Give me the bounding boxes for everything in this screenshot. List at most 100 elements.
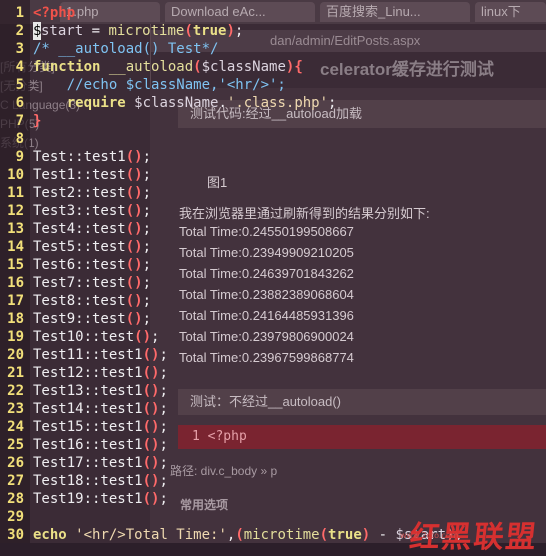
code-text: Test10::test(); <box>33 328 159 346</box>
line-number: 23 <box>7 401 24 417</box>
line-number: 1 <box>15 5 24 21</box>
code-token: ; <box>159 455 168 471</box>
code-text: Test7::test(); <box>33 274 151 292</box>
code-token: () <box>125 221 143 237</box>
code-token: . <box>218 95 227 111</box>
code-token: ; <box>142 149 152 165</box>
line-number: 13 <box>7 221 24 237</box>
code-token: Test7::test <box>33 275 126 291</box>
code-line[interactable]: 6 require $className.'.class.php'; <box>0 94 337 112</box>
code-line[interactable]: 9 Test::test1(); <box>0 148 151 166</box>
code-text: function __autoload($className){ <box>33 58 303 76</box>
code-token: ; <box>159 383 168 399</box>
code-token: () <box>125 293 143 309</box>
code-line[interactable]: 18 Test9::test(); <box>0 310 151 328</box>
line-number: 12 <box>7 203 24 219</box>
code-line[interactable]: 25 Test16::test1(); <box>0 436 168 454</box>
code-token: ; <box>159 401 168 417</box>
code-line[interactable]: 14 Test5::test(); <box>0 238 151 256</box>
code-line[interactable]: 20 Test11::test1(); <box>0 346 168 364</box>
code-line[interactable]: 29 <box>0 508 24 526</box>
code-token: ; <box>159 491 168 507</box>
code-line[interactable]: 24 Test15::test1(); <box>0 418 168 436</box>
line-number: 16 <box>7 275 24 291</box>
code-token: ; <box>142 185 152 201</box>
code-token: ( <box>193 59 202 75</box>
code-editor[interactable]: 1 <?php 2 $start = microtime(true); 3/* __au… <box>0 0 546 543</box>
code-text: Test18::test1(); <box>33 472 168 490</box>
line-number: 11 <box>7 185 24 201</box>
code-token: true <box>328 527 362 543</box>
code-line[interactable]: 12 Test3::test(); <box>0 202 151 220</box>
code-token: { <box>294 59 303 75</box>
code-token: Test4::test <box>33 221 126 237</box>
code-token: () <box>142 347 160 363</box>
line-number: 9 <box>15 149 24 165</box>
code-token: ; <box>159 365 168 381</box>
code-token: () <box>125 149 143 165</box>
code-token: () <box>142 455 160 471</box>
code-line[interactable]: 16 Test7::test(); <box>0 274 151 292</box>
code-text: Test3::test(); <box>33 202 151 220</box>
code-line[interactable]: 10 Test1::test(); <box>0 166 151 184</box>
line-number: 28 <box>7 491 24 507</box>
code-text: Test6::test(); <box>33 256 151 274</box>
code-line[interactable]: 11 Test2::test(); <box>0 184 151 202</box>
line-number: 2 <box>15 23 24 39</box>
code-token: () <box>125 203 143 219</box>
code-token: //echo $className,'<hr/>'; <box>33 77 286 93</box>
code-token: ) <box>226 23 235 39</box>
code-line[interactable]: 19 Test10::test(); <box>0 328 159 346</box>
code-token: ( <box>235 527 244 543</box>
code-line[interactable]: 26 Test17::test1(); <box>0 454 168 472</box>
code-line[interactable]: 15 Test6::test(); <box>0 256 151 274</box>
code-line[interactable]: 4 function __autoload($className){ <box>0 58 303 76</box>
code-line[interactable]: 22 Test13::test1(); <box>0 382 168 400</box>
code-token: () <box>142 491 160 507</box>
code-token: '<hr/>Total Time:' <box>75 527 227 543</box>
code-token: Test16::test1 <box>33 437 143 453</box>
code-token: require <box>33 95 126 111</box>
code-token: Test10::test <box>33 329 135 345</box>
line-number: 26 <box>7 455 24 471</box>
line-number: 19 <box>7 329 24 345</box>
code-line[interactable]: 13 Test4::test(); <box>0 220 151 238</box>
code-token: Test5::test <box>33 239 126 255</box>
line-number: 15 <box>7 257 24 273</box>
line-number: 29 <box>7 509 24 525</box>
code-line[interactable]: 1 <?php <box>0 4 76 22</box>
code-token: microtime <box>243 527 320 543</box>
code-token: () <box>142 437 160 453</box>
code-line[interactable]: 2 $start = microtime(true); <box>0 22 243 40</box>
code-token: () <box>134 329 152 345</box>
code-line[interactable]: 27 Test18::test1(); <box>0 472 168 490</box>
code-token: - <box>370 527 396 543</box>
code-token: () <box>125 311 143 327</box>
code-text: Test15::test1(); <box>33 418 168 436</box>
code-line[interactable]: 17 Test8::test(); <box>0 292 151 310</box>
watermark-url: www.2cto.com <box>400 531 459 540</box>
code-token: () <box>142 365 160 381</box>
code-line[interactable]: 5 //echo $className,'<hr/>'; <box>0 76 286 94</box>
line-number: 6 <box>15 95 24 111</box>
line-number: 25 <box>7 437 24 453</box>
code-text: } <box>33 112 41 130</box>
code-line[interactable]: 3 /* __autoload() Test*/ <box>0 40 219 58</box>
code-token: () <box>125 257 143 273</box>
code-line[interactable]: 21 Test12::test1(); <box>0 364 168 382</box>
code-line[interactable]: 28 Test19::test1(); <box>0 490 168 508</box>
code-token: () <box>142 401 160 417</box>
code-line[interactable]: 30 echo '<hr/>Total Time:',(microtime(tru… <box>0 526 463 544</box>
code-token: ( <box>319 527 329 543</box>
code-line[interactable]: 8 <box>0 130 24 148</box>
code-line[interactable]: 7} <box>0 112 42 130</box>
code-text: //echo $className,'<hr/>'; <box>33 76 286 94</box>
code-token: () <box>142 473 160 489</box>
code-line[interactable]: 23 Test14::test1(); <box>0 400 168 418</box>
code-token: '.class.php' <box>226 95 329 111</box>
code-token: Test17::test1 <box>33 455 143 471</box>
line-number: 17 <box>7 293 24 309</box>
code-token: Test3::test <box>33 203 126 219</box>
code-token: ; <box>142 311 152 327</box>
